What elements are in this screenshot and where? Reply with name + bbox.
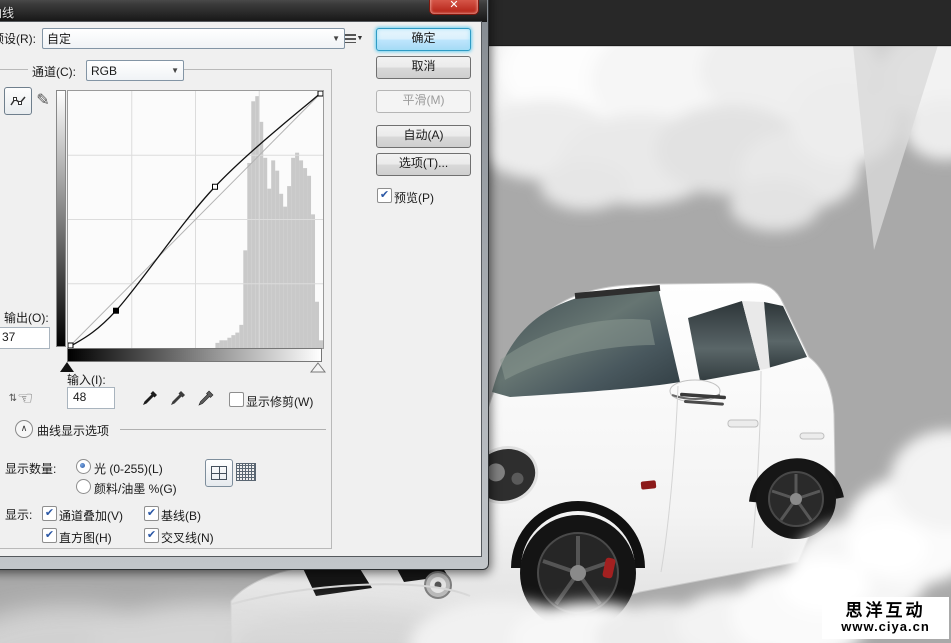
watermark-brand: 思洋互动	[846, 602, 926, 620]
output-field[interactable]: 37	[0, 327, 50, 349]
channel-value: RGB	[91, 64, 117, 78]
collapse-section-icon[interactable]: ∧	[15, 420, 33, 438]
amount-label: 显示数量:	[5, 460, 56, 477]
curve-display-options-header: 曲线显示选项	[37, 422, 109, 439]
intersection-checkbox[interactable]	[144, 528, 159, 543]
preview-checkbox[interactable]	[377, 188, 392, 203]
chevron-down-icon: ▼	[171, 66, 179, 75]
preset-menu-icon[interactable]: ▼	[344, 30, 364, 46]
intersection-label: 交叉线(N)	[161, 529, 214, 546]
radio-pigment[interactable]	[76, 479, 91, 494]
show-clipping-checkbox[interactable]	[229, 392, 244, 407]
section-divider	[120, 429, 326, 430]
show-label: 显示:	[5, 506, 32, 523]
detailed-grid-icon[interactable]	[236, 463, 256, 481]
curve-tool-icon	[9, 94, 27, 108]
preview-label: 预览(P)	[394, 189, 434, 206]
curves-dialog: 曲线 ✕ 预设(R): 自定 ▼ ▼ 通道(C): RGB ▼	[0, 0, 489, 570]
radio-pigment-label: 颜料/油墨 %(G)	[94, 480, 177, 497]
simple-grid-icon[interactable]	[205, 459, 233, 487]
channel-label: 通道(C):	[32, 63, 76, 80]
curve-point-tool-button[interactable]	[4, 87, 32, 115]
pencil-tool-button[interactable]: ✎	[32, 89, 54, 111]
channel-overlays-checkbox[interactable]	[42, 506, 57, 521]
smooth-button: 平滑(M)	[376, 90, 471, 113]
white-point-eyedropper-icon[interactable]	[194, 388, 216, 408]
radio-light[interactable]	[76, 459, 91, 474]
baseline-label: 基线(B)	[161, 507, 201, 524]
input-field[interactable]: 48	[67, 387, 115, 409]
dialog-title: 曲线	[0, 4, 14, 21]
output-label: 输出(O):	[4, 309, 49, 326]
preset-dropdown[interactable]: 自定 ▼	[42, 28, 345, 49]
auto-button[interactable]: 自动(A)	[376, 125, 471, 148]
black-point-eyedropper-icon[interactable]	[138, 388, 160, 408]
dialog-titlebar[interactable]: 曲线 ✕	[0, 0, 487, 22]
on-image-adjust-icon[interactable]: ⇅☜	[6, 384, 36, 412]
rear-wheel	[756, 459, 836, 539]
highlight-input-slider[interactable]	[310, 362, 326, 373]
baseline-checkbox[interactable]	[144, 506, 159, 521]
input-label: 输入(I):	[67, 371, 106, 388]
preset-value: 自定	[47, 30, 71, 47]
histogram-label: 直方图(H)	[59, 529, 112, 546]
gray-point-eyedropper-icon[interactable]	[166, 388, 188, 408]
curves-graph[interactable]	[67, 90, 324, 349]
channel-dropdown[interactable]: RGB ▼	[86, 60, 184, 81]
chevron-down-icon: ▼	[332, 34, 340, 43]
output-gradient-bar	[56, 90, 66, 347]
ok-button[interactable]: 确定	[376, 28, 471, 51]
radio-light-label: 光 (0-255)(L)	[94, 460, 163, 477]
show-clipping-label: 显示修剪(W)	[246, 393, 313, 410]
channel-overlays-label: 通道叠加(V)	[59, 507, 123, 524]
watermark-url: www.ciya.cn	[841, 620, 930, 634]
screenshot-root: 思洋互动 www.ciya.cn 曲线 ✕ 预设(R): 自定 ▼ ▼ 通道(C…	[0, 0, 951, 643]
preset-label: 预设(R):	[0, 30, 36, 47]
input-gradient-bar	[67, 348, 322, 362]
cancel-button[interactable]: 取消	[376, 56, 471, 79]
options-button[interactable]: 选项(T)...	[376, 153, 471, 176]
close-icon[interactable]: ✕	[429, 0, 479, 15]
dialog-body: 预设(R): 自定 ▼ ▼ 通道(C): RGB ▼	[0, 21, 482, 557]
histogram-checkbox[interactable]	[42, 528, 57, 543]
watermark: 思洋互动 www.ciya.cn	[822, 597, 949, 639]
